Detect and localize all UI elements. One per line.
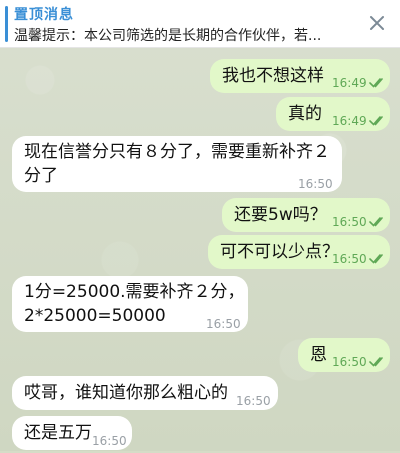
message-text-line-1: 1分=25000.需要补齐２分， xyxy=(24,282,245,302)
message-meta: 16:50 xyxy=(332,247,387,271)
pinned-text: 温馨提示：本公司筛选的是长期的合作伙伴，若... xyxy=(14,28,322,44)
message-time: 16:50 xyxy=(92,434,127,448)
message-bubble-outgoing[interactable]: 可不可以少点？ 16:50 xyxy=(208,235,390,269)
message-bubble-incoming[interactable]: 还是五万 16:50 xyxy=(12,416,132,450)
message-meta: 16:49 xyxy=(332,109,387,133)
message-text: 可不可以少点？ xyxy=(220,242,339,262)
message-time: 16:49 xyxy=(332,76,367,90)
pinned-message-bar[interactable]: 置顶消息 温馨提示：本公司筛选的是长期的合作伙伴，若... xyxy=(0,0,400,48)
message-text: 恩 xyxy=(310,345,327,365)
message-time: 16:50 xyxy=(332,215,367,229)
message-text-line-2: 2*25000=50000 xyxy=(24,306,166,326)
message-meta: 16:50 xyxy=(332,210,387,234)
message-time: 16:50 xyxy=(298,177,333,191)
read-check-icon xyxy=(368,254,383,264)
message-text: 还要5w吗？ xyxy=(234,205,327,225)
pinned-accent-bar xyxy=(5,6,8,42)
message-time: 16:50 xyxy=(236,394,271,408)
read-check-icon xyxy=(368,217,383,227)
message-bubble-incoming[interactable]: 哎哥，谁知道你那么粗心的 16:50 xyxy=(12,376,278,410)
message-bubble-outgoing[interactable]: 还要5w吗？ 16:50 xyxy=(222,198,390,232)
message-bubble-outgoing[interactable]: 我也不想这样 16:49 xyxy=(210,59,390,93)
message-meta: 16:50 xyxy=(332,350,387,374)
message-bubble-incoming[interactable]: 现在信誉分只有８分了，需要重新补齐２ 分了 16:50 xyxy=(12,136,342,192)
message-text: 我也不想这样 xyxy=(222,66,324,86)
message-text: 哎哥，谁知道你那么粗心的 xyxy=(24,383,228,403)
message-text: 真的 xyxy=(288,104,322,124)
pinned-title: 置顶消息 xyxy=(14,7,74,23)
message-time: 16:50 xyxy=(332,355,367,369)
message-text: 还是五万 xyxy=(24,423,92,443)
read-check-icon xyxy=(368,116,383,126)
message-bubble-incoming[interactable]: 1分=25000.需要补齐２分， 2*25000=50000 16:50 xyxy=(12,276,248,332)
message-time: 16:50 xyxy=(332,252,367,266)
read-check-icon xyxy=(368,357,383,367)
read-check-icon xyxy=(368,78,383,88)
close-icon[interactable] xyxy=(366,12,388,34)
message-time: 16:50 xyxy=(206,317,241,331)
message-bubble-outgoing[interactable]: 恩 16:50 xyxy=(298,338,390,372)
message-text-line-2: 分了 xyxy=(24,166,58,186)
message-bubble-outgoing[interactable]: 真的 16:49 xyxy=(276,97,390,131)
message-text-line-1: 现在信誉分只有８分了，需要重新补齐２ xyxy=(24,142,330,162)
message-meta: 16:49 xyxy=(332,71,387,95)
message-time: 16:49 xyxy=(332,114,367,128)
